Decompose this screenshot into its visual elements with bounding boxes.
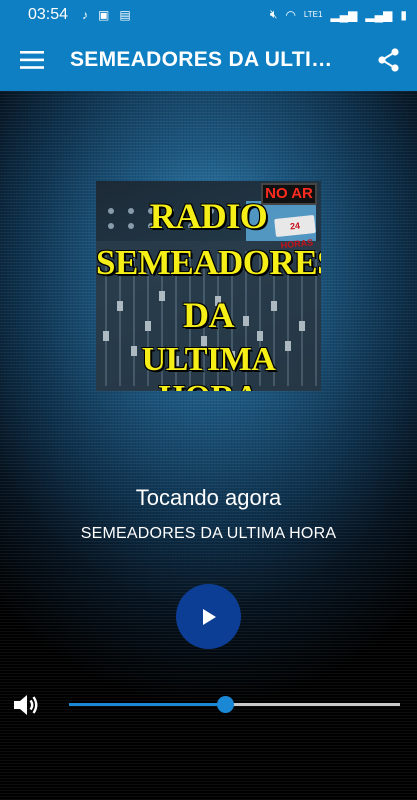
cover-line-2: SEMEADORES xyxy=(96,243,321,282)
station-name: SEMEADORES DA ULTIMA HORA xyxy=(80,525,337,542)
share-icon xyxy=(378,48,399,72)
play-button[interactable] xyxy=(176,584,241,649)
cover-line-3: DA xyxy=(183,295,235,335)
signal-icon: ▂▄▆ xyxy=(365,7,393,22)
status-time: 03:54 xyxy=(28,5,69,23)
lte-label: LTE1 xyxy=(303,10,323,19)
volume-slider-thumb[interactable] xyxy=(216,696,234,713)
volume-slider[interactable] xyxy=(69,696,400,713)
share-button[interactable] xyxy=(361,29,417,91)
cover-line-1: RADIO xyxy=(149,196,268,236)
battery-icon: ▮ xyxy=(400,7,407,22)
status-bar: 03:54 ♪ ▣ ▤ 🔇︎ ◠ LTE1 ▂▄▆ ▂▄▆ ▮ xyxy=(0,0,417,29)
menu-icon xyxy=(20,51,44,69)
app-title: SEMEADORES DA ULTIMA HORA xyxy=(70,48,348,71)
volume-slider-fill xyxy=(69,703,225,706)
menu-button[interactable] xyxy=(0,29,64,91)
cover-line-4: ULTIMA HORA xyxy=(141,341,276,391)
volume-icon[interactable] xyxy=(12,692,40,718)
sim-icon: ▤ xyxy=(119,7,131,22)
play-icon xyxy=(202,608,216,625)
gallery-icon: ▣ xyxy=(98,7,110,22)
station-cover-art: NO AR 24 HORAS RADIO SEMEADORES DA ULTIM… xyxy=(96,181,321,391)
wifi-icon: ◠ xyxy=(285,7,296,22)
signal-icon: ▂▄▆ xyxy=(330,7,358,22)
app-bar: SEMEADORES DA ULTIMA HORA xyxy=(0,29,417,91)
mute-icon: 🔇︎ xyxy=(269,7,278,21)
now-playing-label: Tocando agora xyxy=(135,485,282,510)
music-note-icon: ♪ xyxy=(82,7,89,22)
player-area: NO AR 24 HORAS RADIO SEMEADORES DA ULTIM… xyxy=(0,91,417,800)
